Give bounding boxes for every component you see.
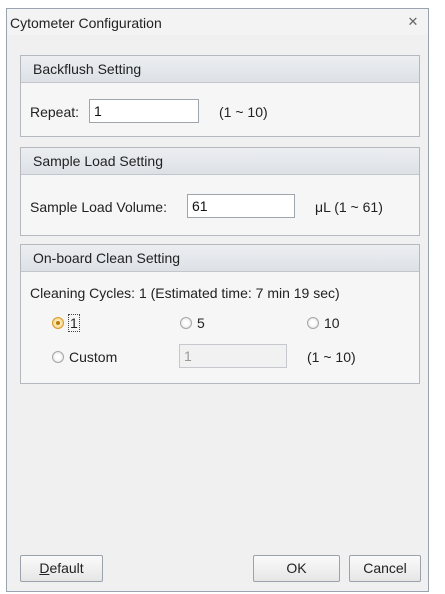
radio-indicator: [307, 317, 319, 329]
repeat-label: Repeat:: [30, 104, 80, 120]
radio-label: 1: [68, 314, 80, 332]
default-button-mnemonic: D: [39, 560, 50, 576]
backflush-group: Backflush Setting Repeat: (1 ~ 10): [20, 55, 420, 137]
repeat-range: (1 ~ 10): [219, 104, 268, 120]
sample-load-range: μL (1 ~ 61): [315, 199, 383, 215]
default-button-label: efault: [49, 560, 84, 576]
onboard-clean-header: On-board Clean Setting: [21, 245, 419, 272]
sample-load-group: Sample Load Setting Sample Load Volume: …: [20, 147, 420, 236]
radio-indicator: [52, 351, 64, 363]
radio-cycles-1[interactable]: 1: [52, 314, 80, 332]
onboard-clean-group: On-board Clean Setting Cleaning Cycles: …: [20, 244, 420, 384]
sample-load-header: Sample Load Setting: [21, 148, 419, 175]
radio-cycles-10[interactable]: 10: [307, 315, 340, 331]
close-icon[interactable]: ✕: [406, 15, 420, 29]
radio-custom[interactable]: Custom: [52, 349, 117, 365]
sample-load-volume-label: Sample Load Volume:: [30, 199, 167, 215]
backflush-header: Backflush Setting: [21, 56, 419, 83]
radio-label: 10: [324, 315, 340, 331]
cancel-button[interactable]: Cancel: [349, 555, 421, 582]
dialog-title: Cytometer Configuration: [10, 15, 162, 31]
radio-indicator: [180, 317, 192, 329]
radio-indicator: [52, 317, 64, 329]
sample-load-volume-input[interactable]: [187, 194, 295, 218]
cytometer-configuration-dialog: Cytometer Configuration ✕ Backflush Sett…: [6, 8, 429, 592]
repeat-input[interactable]: [89, 99, 199, 123]
radio-cycles-5[interactable]: 5: [180, 315, 205, 331]
radio-label: 5: [197, 315, 205, 331]
default-button[interactable]: Default: [20, 555, 103, 582]
ok-button[interactable]: OK: [253, 555, 340, 582]
radio-label: Custom: [69, 349, 118, 365]
custom-cycles-input[interactable]: [179, 344, 287, 368]
title-bar: Cytometer Configuration ✕: [7, 9, 428, 35]
custom-cycles-range: (1 ~ 10): [307, 349, 356, 365]
cleaning-cycles-text: Cleaning Cycles: 1 (Estimated time: 7 mi…: [30, 285, 340, 301]
